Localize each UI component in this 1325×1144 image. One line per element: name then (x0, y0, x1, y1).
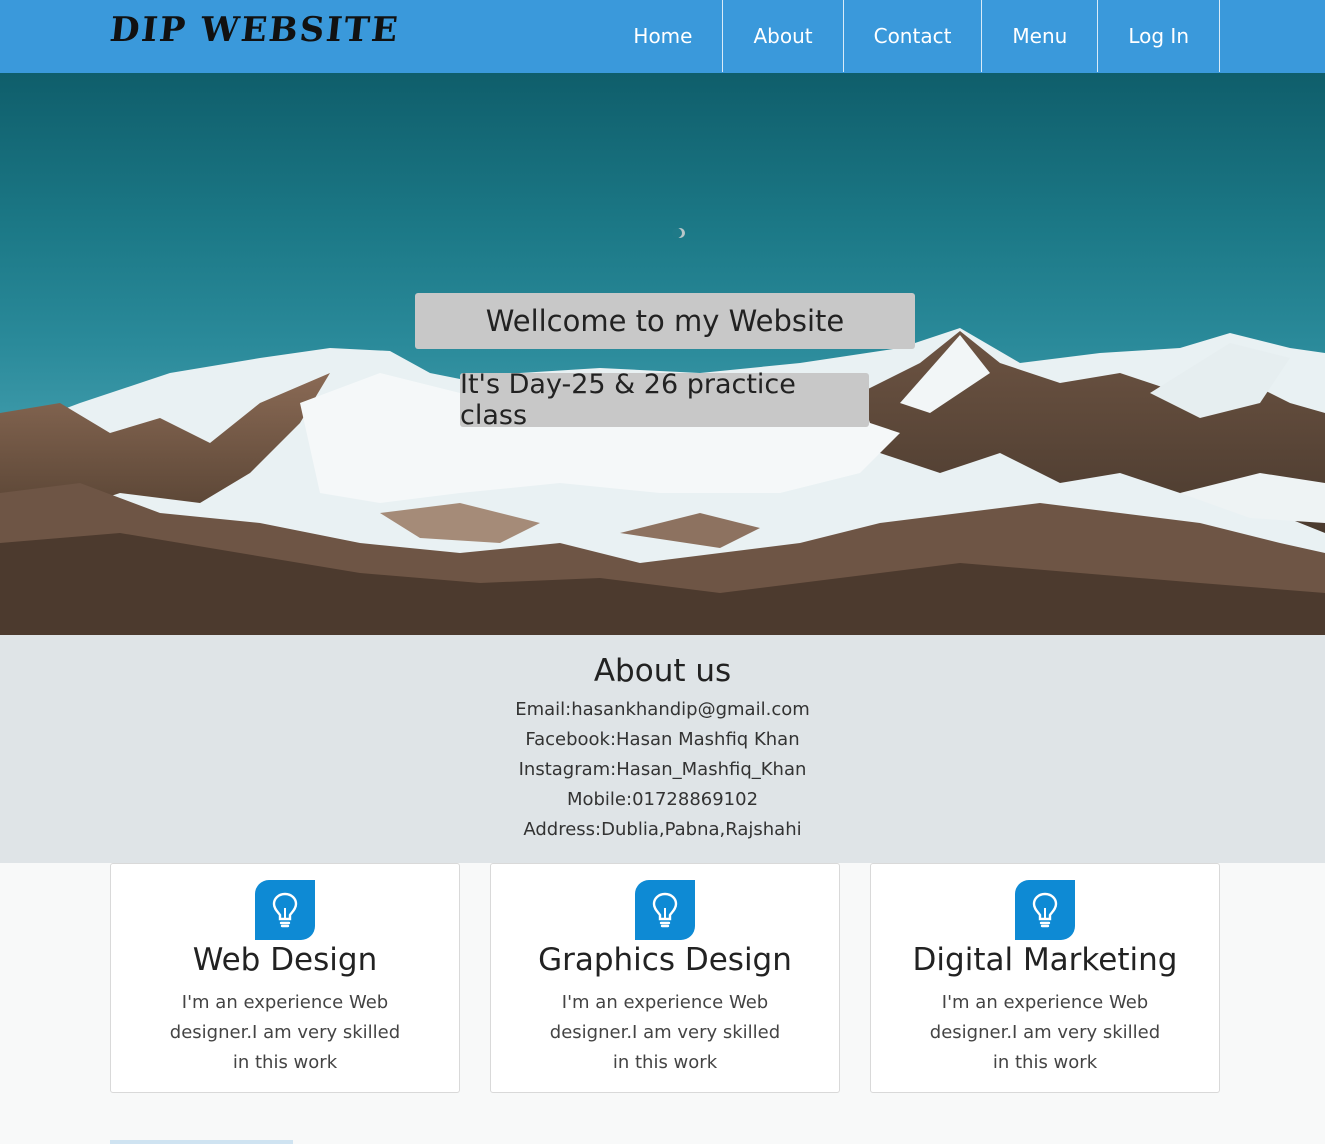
service-title: Digital Marketing (912, 942, 1178, 978)
main-nav: Home About Contact Menu Log In (603, 0, 1220, 73)
mountain-image (0, 228, 1325, 635)
hero-banner: Wellcome to my Website It's Day-25 & 26 … (0, 73, 1325, 635)
about-email: Email:hasankhandip@gmail.com (515, 699, 810, 720)
lightbulb-icon (635, 880, 695, 940)
nav-about[interactable]: About (722, 0, 842, 72)
service-description: I'm an experience Web designer.I am very… (169, 992, 401, 1073)
service-title: Web Design (192, 942, 378, 978)
service-card-digital-marketing: Digital Marketing I'm an experience Web … (870, 863, 1220, 1093)
navbar: DIP WEBSITE Home About Contact Menu Log … (0, 0, 1325, 73)
about-heading: About us (593, 653, 732, 689)
partial-element (110, 1140, 293, 1144)
nav-menu[interactable]: Menu (981, 0, 1097, 72)
about-instagram: Instagram:Hasan_Mashfiq_Khan (518, 759, 807, 780)
hero-subtitle: It's Day-25 & 26 practice class (460, 369, 869, 431)
service-card-graphics-design: Graphics Design I'm an experience Web de… (490, 863, 840, 1093)
about-mobile: Mobile:01728869102 (566, 789, 759, 810)
service-description: I'm an experience Web designer.I am very… (929, 992, 1161, 1073)
about-facebook: Facebook:Hasan Mashfiq Khan (525, 729, 800, 750)
service-card-web-design: Web Design I'm an experience Web designe… (110, 863, 460, 1093)
lightbulb-icon (255, 880, 315, 940)
hero-title: Wellcome to my Website (415, 293, 915, 349)
about-address: Address:Dublia,Pabna,Rajshahi (523, 819, 802, 840)
service-title: Graphics Design (538, 942, 792, 978)
nav-contact[interactable]: Contact (842, 0, 982, 72)
nav-home[interactable]: Home (603, 0, 722, 72)
lightbulb-icon (1015, 880, 1075, 940)
about-section: About us Email:hasankhandip@gmail.com Fa… (0, 635, 1325, 863)
service-description: I'm an experience Web designer.I am very… (549, 992, 781, 1073)
brand-logo[interactable]: DIP WEBSITE (108, 10, 402, 50)
nav-login[interactable]: Log In (1097, 0, 1220, 72)
